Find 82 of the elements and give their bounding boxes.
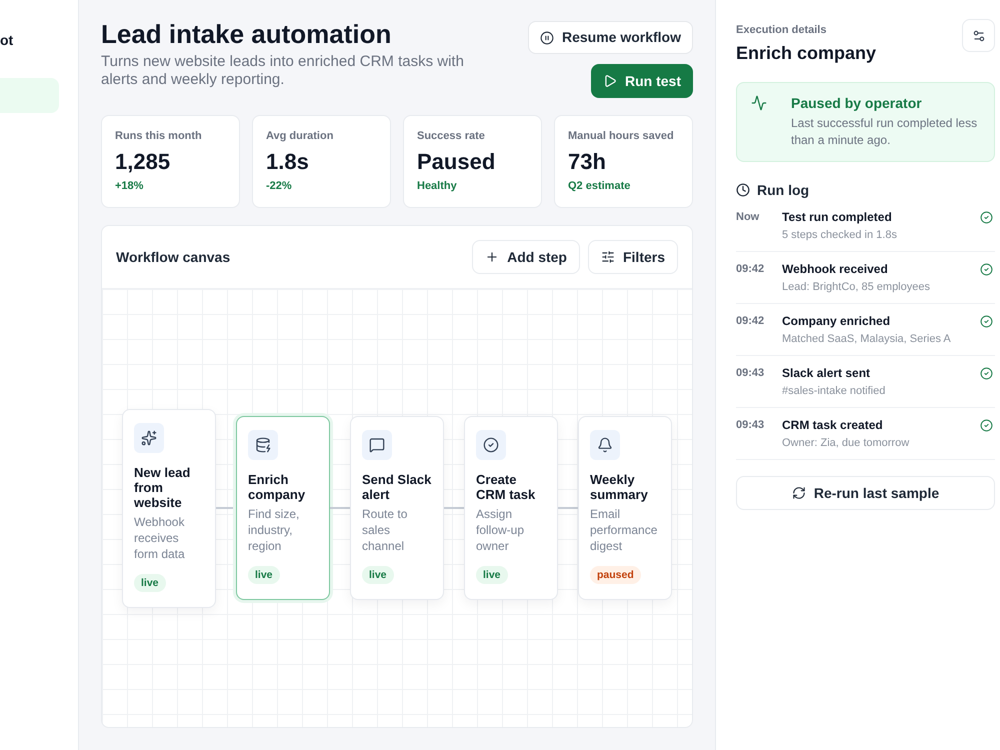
log-time: Now [736, 210, 760, 225]
log-detail: Owner: Zia, due tomorrow [782, 436, 910, 451]
log-detail: Matched SaaS, Malaysia, Series A [782, 332, 952, 347]
check-circle-icon [980, 211, 993, 224]
status-badge: paused [590, 566, 641, 584]
refresh-icon [792, 486, 806, 500]
details-eyebrow: Execution details [736, 23, 828, 37]
workflow-node[interactable]: Enrich company Find size, industry, region live [236, 416, 330, 600]
stat-value: Paused [417, 149, 496, 175]
node-description: Webhook receives form data [134, 514, 186, 562]
node-title: Weekly summary [590, 472, 649, 502]
plus-icon [485, 250, 500, 264]
log-time: 09:42 [736, 262, 766, 277]
stat-value: 1.8s [266, 149, 310, 175]
connector-line [444, 507, 464, 509]
stat-note: Q2 estimate [568, 179, 632, 193]
stat-note: +18% [115, 179, 144, 193]
node-title: New lead from website [134, 464, 192, 510]
settings-button[interactable] [962, 19, 995, 52]
workflow-node[interactable]: Weekly summary Email performance digest paused [578, 416, 672, 600]
run-log-title: Run log [757, 181, 810, 199]
check-circle-icon [980, 263, 993, 276]
stat-label: Manual hours saved [568, 129, 675, 143]
database-icon [248, 430, 278, 460]
workflow-node[interactable]: New lead from website Webhook receives form data live [122, 408, 216, 608]
sparkle-icon [134, 422, 164, 452]
connector-line [330, 507, 350, 509]
bell-icon [590, 430, 620, 460]
pulse-icon [751, 95, 767, 111]
page-title: Lead intake automation [101, 19, 392, 49]
stat-note: -22% [266, 179, 293, 193]
workflow-node[interactable]: Create CRM task Assign follow-up owner live [464, 416, 558, 600]
status-badge: live [362, 566, 394, 584]
run-test-button[interactable]: Run test [591, 64, 693, 98]
log-title: CRM task created [782, 417, 884, 433]
status-badge: live [134, 574, 166, 592]
check-circle-icon [980, 419, 993, 432]
page-subtitle: Turns new website leads into enriched CRM tasks with alerts and weekly reporting. [101, 53, 465, 89]
alert-title: Paused by operator [791, 94, 923, 112]
details-title: Enrich company [736, 42, 876, 64]
clock-icon [736, 183, 750, 197]
log-title: Company enriched [782, 313, 892, 329]
alert-message: Last successful run completed less than a minute ago. [791, 115, 978, 149]
stat-label: Runs this month [115, 129, 203, 143]
node-title: Send Slack alert [362, 472, 432, 502]
log-detail: Lead: BrightCo, 85 employees [782, 280, 931, 295]
stat-value: 1,285 [115, 149, 172, 175]
stat-note: Healthy [417, 179, 458, 193]
filters-button[interactable]: Filters [588, 240, 678, 274]
sliders-icon [600, 250, 615, 264]
log-title: Webhook received [782, 261, 889, 277]
play-icon [603, 74, 617, 88]
log-time: 09:43 [736, 366, 766, 381]
node-description: Route to sales channel [362, 506, 408, 554]
rerun-sample-button[interactable]: Re-run last sample [736, 476, 995, 510]
connector-line [558, 507, 578, 509]
log-title: Slack alert sent [782, 365, 872, 381]
node-description: Assign follow-up owner [476, 506, 526, 554]
settings-icon [972, 28, 986, 42]
check-circle-icon [980, 315, 993, 328]
status-badge: live [476, 566, 508, 584]
log-time: 09:43 [736, 418, 766, 433]
check-circle-icon [980, 367, 993, 380]
node-title: Create CRM task [476, 472, 536, 502]
node-description: Email performance digest [590, 506, 658, 554]
node-title: Enrich company [248, 472, 306, 502]
add-step-button[interactable]: Add step [472, 240, 580, 274]
log-detail: 5 steps checked in 1.8s [782, 228, 898, 243]
pause-icon [540, 30, 554, 44]
resume-workflow-button[interactable]: Resume workflow [528, 21, 693, 54]
stat-label: Avg duration [266, 129, 334, 143]
node-description: Find size, industry, region [248, 506, 300, 554]
log-title: Test run completed [782, 209, 893, 225]
stat-label: Success rate [417, 129, 486, 143]
brand-name: ot [0, 32, 14, 48]
status-badge: live [248, 566, 280, 584]
log-time: 09:42 [736, 314, 766, 329]
workflow-node[interactable]: Send Slack alert Route to sales channel live [350, 416, 444, 600]
canvas-title: Workflow canvas [116, 248, 230, 266]
stat-value: 73h [568, 149, 607, 175]
log-detail: #sales-intake notified [782, 384, 886, 399]
chat-bubble-icon [362, 430, 392, 460]
